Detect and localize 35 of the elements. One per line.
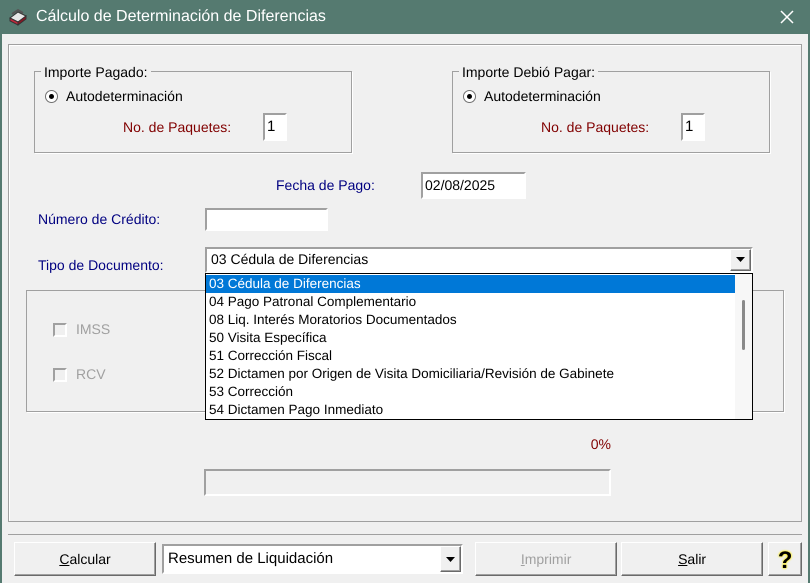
close-icon[interactable] — [780, 10, 794, 24]
progress-percent: 0% — [590, 435, 611, 454]
footer-button[interactable]: Salir — [621, 542, 764, 576]
footer-button[interactable]: Calcular — [14, 542, 156, 576]
dropdown-option[interactable]: 08 Liq. Interés Moratorios Documentados — [206, 310, 735, 328]
book-icon — [8, 8, 28, 26]
dropdown-button[interactable] — [440, 546, 462, 572]
packages-label: No. de Paquetes: — [123, 118, 232, 137]
dropdown-option[interactable]: 50 Visita Específica — [206, 328, 735, 346]
caret-icon — [736, 257, 745, 262]
packages-field[interactable]: 1 — [263, 113, 287, 141]
dropdown-button[interactable] — [730, 248, 751, 270]
radio-option[interactable]: Autodeterminación — [463, 86, 769, 107]
dropdown-option[interactable]: 53 Corrección — [206, 382, 735, 400]
radio-button[interactable] — [45, 90, 58, 103]
field-label: Número de Crédito: — [38, 210, 162, 229]
field-label: Tipo de Documento: — [38, 256, 165, 275]
credit-number-field[interactable] — [205, 208, 328, 231]
dropdown-option[interactable]: 03 Cédula de Diferencias — [206, 274, 735, 292]
dropdown-option[interactable]: 54 Dictamen Pago Inmediato — [206, 400, 735, 418]
report-select[interactable]: Resumen de Liquidación — [162, 544, 464, 574]
packages-field[interactable]: 1 — [681, 113, 705, 141]
date-field[interactable]: 02/08/2025 — [421, 172, 526, 199]
window-title: Cálculo de Determinación de Diferencias — [36, 7, 326, 27]
packages-label: No. de Paquetes: — [541, 118, 650, 137]
help-button[interactable]: ? — [768, 542, 802, 576]
scrollbar[interactable] — [735, 274, 752, 418]
caret-icon — [446, 556, 456, 562]
dropdown-option[interactable]: 04 Pago Patronal Complementario — [206, 292, 735, 310]
dropdown-option[interactable]: 51 Corrección Fiscal — [206, 346, 735, 364]
document-type-select[interactable]: 03 Cédula de Diferencias — [205, 246, 753, 272]
radio-button[interactable] — [463, 90, 476, 103]
dropdown-option[interactable]: 52 Dictamen por Origen de Visita Domiciliaria/Revisión de Gabinete — [206, 364, 735, 382]
field-label: Fecha de Pago: — [276, 176, 376, 195]
radio-option[interactable]: Autodeterminación — [45, 86, 351, 107]
